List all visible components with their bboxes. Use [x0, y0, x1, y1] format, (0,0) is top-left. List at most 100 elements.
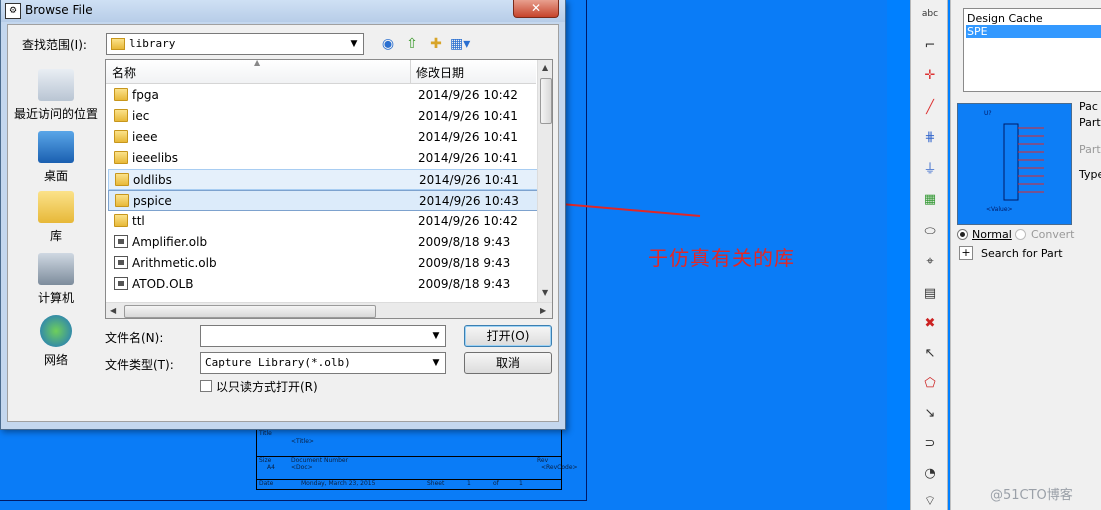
chevron-down-icon[interactable]: ▼ [429, 356, 443, 370]
readonly-checkbox[interactable] [200, 380, 212, 392]
column-separator[interactable] [410, 60, 411, 84]
column-date[interactable]: 修改日期 [416, 64, 464, 81]
place-label: 计算机 [37, 291, 74, 305]
convert-label: Convert [1031, 228, 1075, 241]
open-button[interactable]: 打开(O) [464, 325, 552, 347]
select-shape-icon[interactable]: ◔ [919, 464, 941, 484]
file-date: 2009/8/18 9:43 [418, 256, 511, 270]
file-date: 2009/8/18 9:43 [418, 277, 511, 291]
place-network[interactable]: 网络 [8, 315, 104, 368]
file-row[interactable]: iec 2014/9/26 10:41 [108, 106, 538, 127]
folder-icon [114, 151, 128, 164]
type-label: Type [1079, 168, 1101, 181]
place-label: 网络 [43, 353, 68, 367]
scroll-left-icon[interactable]: ◀ [110, 306, 116, 315]
library-item-selected[interactable]: SPE [966, 25, 1101, 38]
file-row[interactable]: fpga 2014/9/26 10:42 [108, 85, 538, 106]
bus-icon[interactable]: ⋕ [919, 128, 941, 148]
folder-icon [114, 214, 128, 227]
scroll-right-icon[interactable]: ▶ [540, 306, 546, 315]
file-row[interactable]: ttl 2014/9/26 10:42 [108, 211, 538, 232]
lookin-combo[interactable]: library ▼ [106, 33, 364, 55]
place-desktop[interactable]: 桌面 [8, 131, 104, 184]
file-list[interactable]: 名称 ▲ 修改日期 fpga 2014/9/26 10:42 iec 2014/9/2… [105, 59, 553, 319]
no-connect-icon[interactable]: ╱ [919, 98, 941, 118]
file-row[interactable]: ieeelibs 2014/9/26 10:41 [108, 148, 538, 169]
tb-docnum-label: Document Number [291, 457, 349, 464]
vertical-scroll-thumb[interactable] [540, 78, 552, 124]
libraries-icon [38, 191, 74, 223]
file-name: Arithmetic.olb [132, 256, 217, 270]
wire-icon[interactable]: ⌐ [919, 36, 941, 56]
cancel-button[interactable]: 取消 [464, 352, 552, 374]
file-row[interactable]: pspice 2014/9/26 10:43 [108, 190, 538, 211]
tb-of-label: of [493, 480, 499, 487]
part-icon[interactable]: ▦ [919, 190, 941, 210]
horizontal-scrollbar[interactable]: ◀ ▶ [106, 302, 552, 318]
select-more-icon[interactable]: ⌔ [919, 492, 941, 510]
tb-rev-label: Rev [537, 457, 549, 464]
folder-icon [114, 109, 128, 122]
normal-radio[interactable] [957, 229, 968, 240]
chevron-down-icon[interactable]: ▼ [429, 329, 443, 343]
app-icon: ⚙ [5, 3, 21, 19]
horizontal-scroll-thumb[interactable] [124, 305, 376, 318]
folder-icon [114, 88, 128, 101]
library-item[interactable]: Design Cache [966, 12, 1101, 25]
file-date: 2014/9/26 10:41 [419, 173, 519, 187]
scroll-up-icon[interactable]: ▲ [542, 63, 548, 72]
place-label: 桌面 [43, 169, 68, 183]
file-date: 2014/9/26 10:41 [418, 109, 518, 123]
dialog-titlebar[interactable]: ⚙ Browse File ✕ [1, 0, 565, 22]
new-folder-icon[interactable]: ✚ [426, 34, 446, 54]
filetype-value: Capture Library(*.olb) [205, 356, 351, 369]
abc-icon[interactable]: abc [919, 4, 941, 24]
filename-input[interactable]: ▼ [200, 325, 446, 347]
file-row[interactable]: Arithmetic.olb 2009/8/18 9:43 [108, 253, 538, 274]
view-menu-icon[interactable]: ▦▾ [450, 34, 470, 54]
net-alias-icon[interactable]: ⌖ [919, 252, 941, 272]
page-border-right [586, 0, 587, 500]
search-expand-icon[interactable]: + [959, 246, 973, 260]
search-for-part-label[interactable]: Search for Part [981, 247, 1063, 260]
place-label: 库 [49, 229, 62, 243]
file-row[interactable]: oldlibs 2014/9/26 10:41 [108, 169, 538, 190]
lookin-value: library [129, 37, 176, 50]
ground-icon[interactable]: ⏚ [919, 160, 941, 180]
file-name: oldlibs [133, 173, 172, 187]
tb-doc-value: <Doc> [291, 464, 313, 471]
filetype-select[interactable]: Capture Library(*.olb) ▼ [200, 352, 446, 374]
chevron-down-icon[interactable]: ▼ [347, 37, 361, 51]
delete-icon[interactable]: ✖ [919, 314, 941, 334]
column-name[interactable]: 名称 [112, 64, 136, 81]
preview-ref: U? [984, 110, 992, 117]
place-libraries[interactable]: 库 [8, 191, 104, 244]
junction-icon[interactable]: ✛ [919, 66, 941, 86]
file-row[interactable]: ieee 2014/9/26 10:41 [108, 127, 538, 148]
place-label: 最近访问的位置 [13, 107, 98, 121]
library-file-icon [114, 256, 128, 269]
file-date: 2014/9/26 10:41 [418, 130, 518, 144]
library-list[interactable]: Design Cache SPE [963, 8, 1101, 92]
select-net-icon[interactable]: ⊃ [919, 434, 941, 454]
close-button[interactable]: ✕ [513, 0, 559, 18]
folder-icon [115, 173, 129, 186]
select-area-icon[interactable]: ⬠ [919, 374, 941, 394]
preview-value: <Value> [986, 206, 1013, 213]
text-icon[interactable]: ⬭ [919, 222, 941, 242]
select-part-icon[interactable]: ↘ [919, 404, 941, 424]
place-computer[interactable]: 计算机 [8, 253, 104, 306]
up-folder-icon[interactable]: ⇧ [402, 34, 422, 54]
file-row[interactable]: ATOD.OLB 2009/8/18 9:43 [108, 274, 538, 295]
select-icon[interactable]: ↖ [919, 344, 941, 364]
scroll-down-icon[interactable]: ▼ [542, 288, 548, 297]
file-name: ATOD.OLB [132, 277, 194, 291]
back-icon[interactable]: ◉ [378, 34, 398, 54]
convert-radio[interactable] [1015, 229, 1026, 240]
file-name: pspice [133, 194, 172, 208]
draw-toolbar: abc ⌐ ✛ ╱ ⋕ ⏚ ▦ ⬭ ⌖ ▤ ✖ ↖ ⬠ ↘ ⊃ ◔ ⌔ [910, 0, 948, 510]
place-recent[interactable]: 最近访问的位置 [8, 69, 104, 122]
place-pin-icon[interactable]: ▤ [919, 284, 941, 304]
file-row[interactable]: Amplifier.olb 2009/8/18 9:43 [108, 232, 538, 253]
vertical-scrollbar[interactable]: ▲ ▼ [537, 60, 552, 302]
